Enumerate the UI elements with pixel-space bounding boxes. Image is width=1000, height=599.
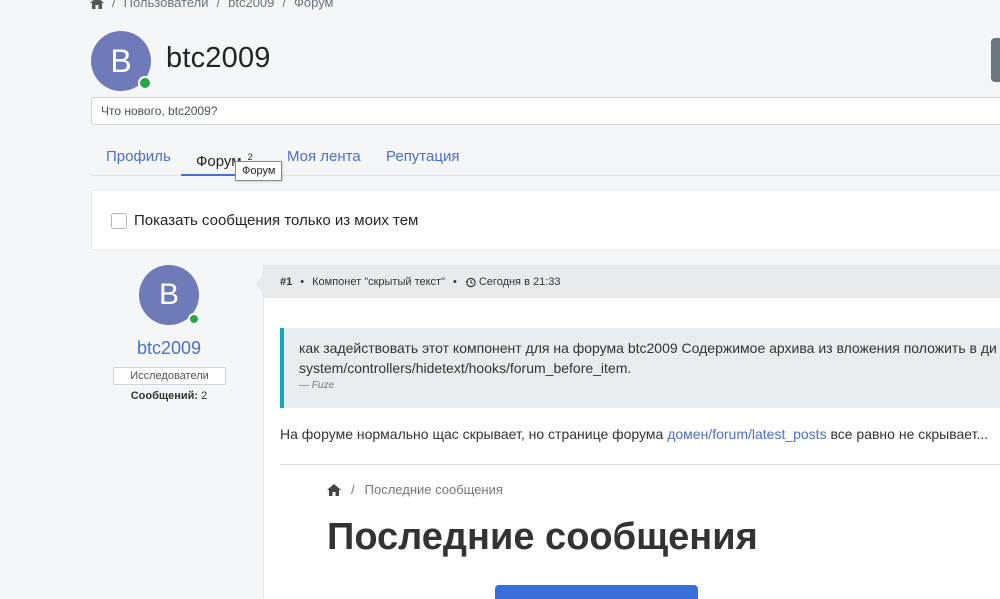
breadcrumb: / Пользователи / btc2009 / Форум <box>90 0 334 10</box>
tab-label: Профиль <box>106 148 171 165</box>
post-topic-link[interactable]: Компонет "скрытый текст" <box>312 276 445 288</box>
home-icon <box>327 483 341 496</box>
profile-tabs: Профиль Форум 2 Моя лента Репутация <box>91 138 1000 176</box>
post-text-after: все равно не скрывает... <box>826 426 989 442</box>
header-separator: • <box>453 276 457 288</box>
post-number[interactable]: #1 <box>280 276 292 288</box>
quote-line-1: как задействовать этот компонент для на … <box>299 340 997 356</box>
tab-label: Репутация <box>386 148 460 165</box>
breadcrumb-user[interactable]: btc2009 <box>228 0 274 10</box>
tab-profile[interactable]: Профиль <box>91 138 186 176</box>
poster-group-badge: Исследователи <box>113 367 226 385</box>
tab-tooltip: Форум <box>235 161 283 181</box>
post-pointer <box>255 276 263 292</box>
breadcrumb-separator: / <box>216 0 221 10</box>
avatar-letter: B <box>158 278 179 311</box>
tab-reputation[interactable]: Репутация <box>371 138 474 176</box>
quote-author: — Fuze <box>299 380 335 391</box>
status-input[interactable] <box>91 97 1000 125</box>
home-icon[interactable] <box>90 0 104 9</box>
avatar-letter: B <box>110 42 132 79</box>
breadcrumb-separator: / <box>282 0 286 10</box>
embedded-breadcrumb: / Последние сообщения <box>327 482 503 497</box>
messages-value: 2 <box>201 390 208 402</box>
post-text-before: На форуме нормально щас скрывает, но стр… <box>280 426 668 442</box>
quote-line-2: system/controllers/hidetext/hooks/forum_… <box>299 360 632 376</box>
history-icon <box>465 277 476 287</box>
breadcrumb-users[interactable]: Пользователи <box>124 0 209 10</box>
post-time: Сегодня в 21:33 <box>478 276 561 288</box>
tab-label: Моя лента <box>287 148 361 165</box>
online-indicator <box>188 313 200 325</box>
poster-avatar[interactable]: B <box>139 265 200 325</box>
embedded-breadcrumb-item: Последние сообщения <box>364 482 503 497</box>
post-quote: как задействовать этот компонент для на … <box>280 328 1000 408</box>
own-topics-label[interactable]: Показать сообщения только из моих тем <box>134 212 418 229</box>
post-text: На форуме нормально щас скрывает, но стр… <box>280 426 988 442</box>
tab-feed[interactable]: Моя лента <box>272 138 376 176</box>
post-card: #1 • Компонет "скрытый текст" • Сегодня … <box>263 265 1000 599</box>
header-separator: • <box>300 276 305 288</box>
online-indicator <box>138 76 152 90</box>
embedded-page-title: Последние сообщения <box>327 516 758 558</box>
post-divider <box>280 464 1000 465</box>
profile-avatar[interactable]: B <box>91 31 152 91</box>
post-header: #1 • Компонет "скрытый текст" • Сегодня … <box>264 266 1000 298</box>
profile-name: btc2009 <box>166 42 271 74</box>
own-topics-checkbox[interactable] <box>111 213 127 229</box>
profile-page: / Пользователи / btc2009 / Форум B btc20… <box>0 0 1000 599</box>
breadcrumb-current: Форум <box>294 0 334 10</box>
messages-label: Сообщений: <box>130 390 199 402</box>
profile-action-button[interactable] <box>991 38 1000 82</box>
breadcrumb-separator: / <box>351 482 355 497</box>
post-link[interactable]: домен/forum/latest_posts <box>667 426 826 442</box>
embedded-blue-button <box>495 585 698 599</box>
filter-panel: Показать сообщения только из моих тем <box>91 190 1000 250</box>
breadcrumb-separator: / <box>112 0 116 10</box>
